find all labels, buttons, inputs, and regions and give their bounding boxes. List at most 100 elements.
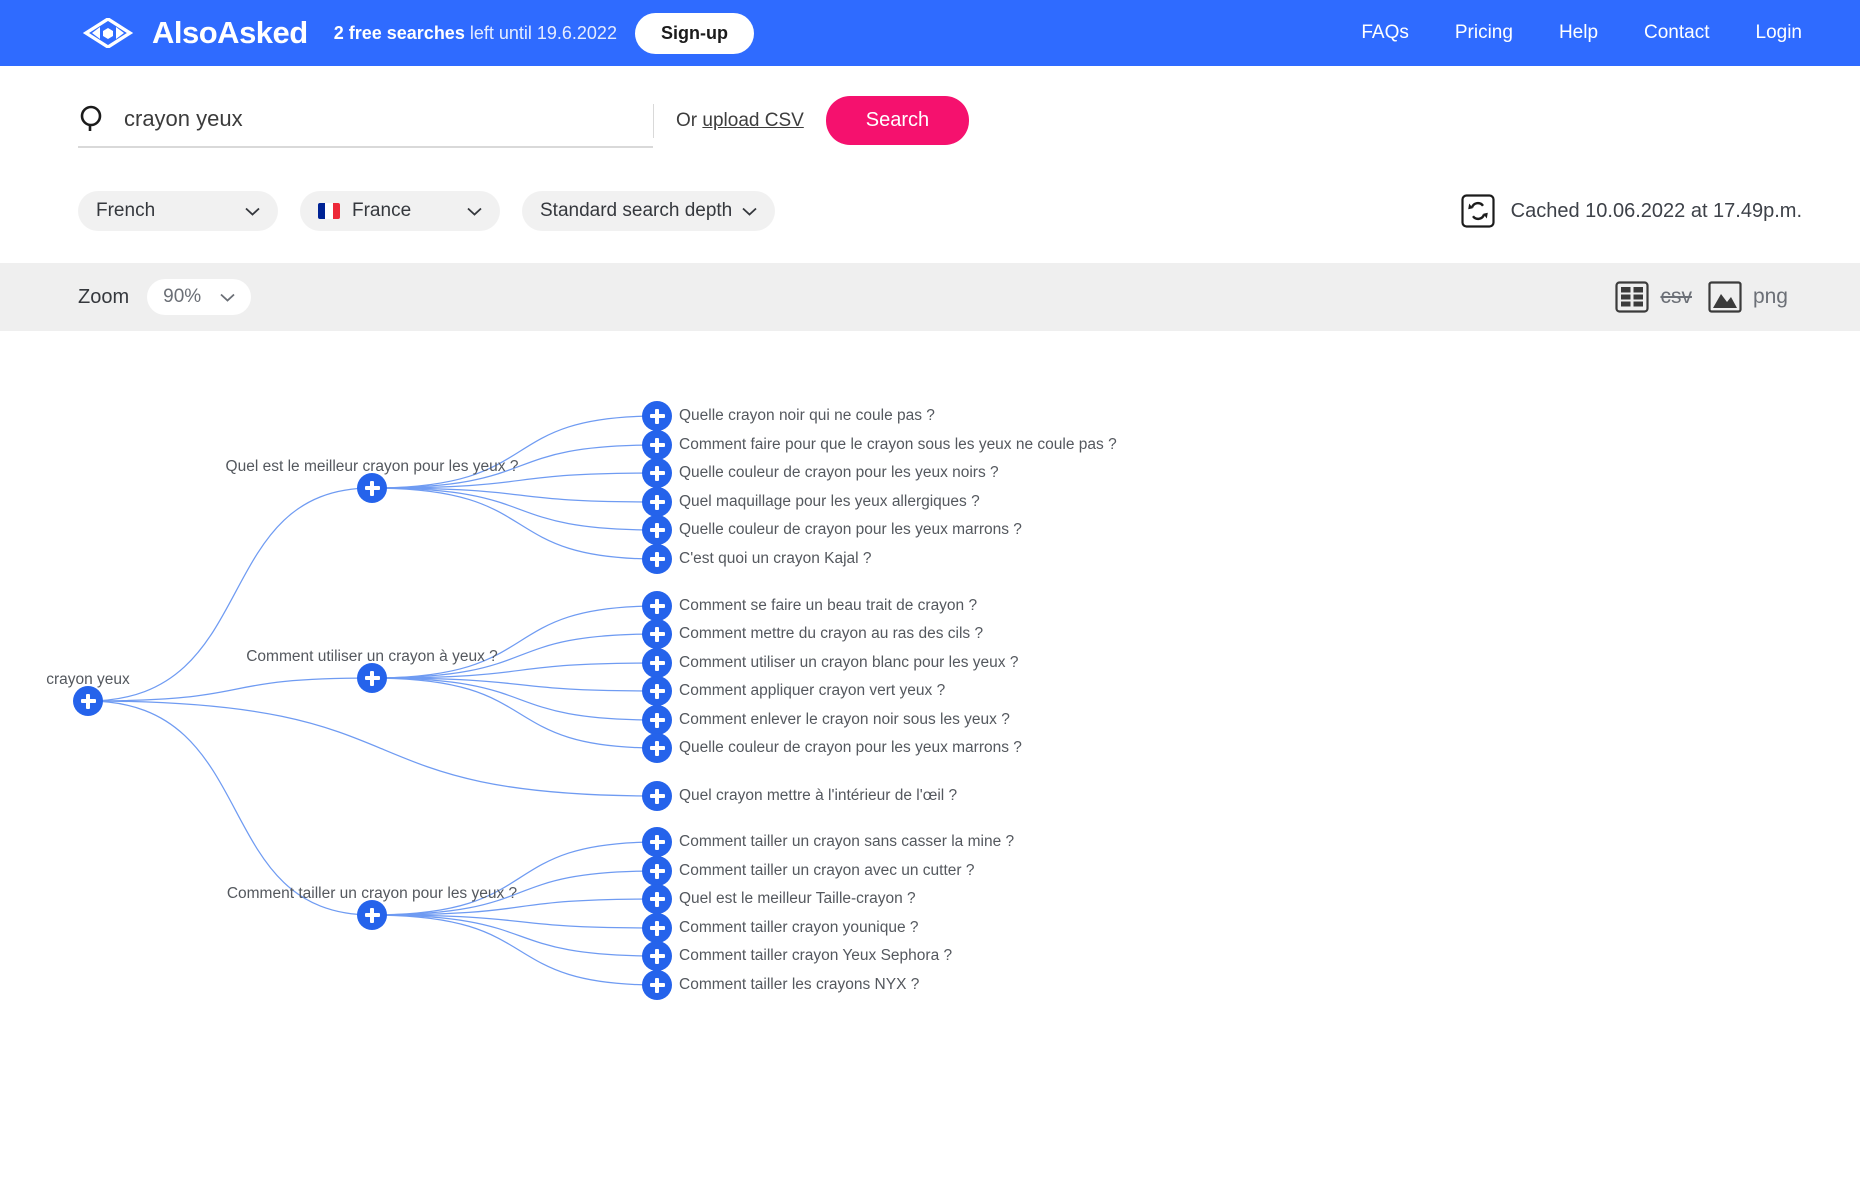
graph-label-leaf: Quel est le meilleur Taille-crayon ? xyxy=(679,890,916,908)
graph-node-leaf[interactable] xyxy=(642,458,672,488)
search-row: Or upload CSV Search xyxy=(0,96,1860,155)
graph-link xyxy=(372,606,657,678)
graph-node-root[interactable] xyxy=(73,686,103,716)
zoom-value: 90% xyxy=(163,286,201,308)
export-png-button[interactable]: png xyxy=(1708,281,1788,313)
graph-label-leaf: Comment appliquer crayon vert yeux ? xyxy=(679,682,945,700)
graph-node-branch[interactable] xyxy=(357,900,387,930)
graph-node-leaf[interactable] xyxy=(642,733,672,763)
graph-label-leaf: Comment tailler un crayon sans casser la… xyxy=(679,833,1014,851)
search-section: Or upload CSV Search French France Stand… xyxy=(0,66,1860,231)
free-searches-note: 2 free searches left until 19.6.2022 xyxy=(334,23,617,44)
or-label: Or xyxy=(676,110,702,131)
graph-label-leaf: Quelle couleur de crayon pour les yeux m… xyxy=(679,739,1022,757)
graph-node-branch[interactable] xyxy=(357,663,387,693)
graph-node-leaf[interactable] xyxy=(642,676,672,706)
top-navigation-bar: AlsoAsked 2 free searches left until 19.… xyxy=(0,0,1860,66)
search-icon xyxy=(78,104,108,134)
search-depth-value: Standard search depth xyxy=(540,200,732,222)
graph-link xyxy=(88,488,372,701)
search-depth-select[interactable]: Standard search depth xyxy=(522,191,775,231)
zoom-select[interactable]: 90% xyxy=(147,279,251,315)
chevron-down-icon xyxy=(742,207,757,216)
country-select[interactable]: France xyxy=(300,191,500,231)
nav-item-login[interactable]: Login xyxy=(1756,22,1803,44)
graph-label-leaf: Comment tailler crayon younique ? xyxy=(679,919,919,937)
country-value: France xyxy=(352,200,457,222)
language-value: French xyxy=(96,200,235,222)
question-graph-canvas[interactable]: crayon yeux Quel est le meilleur crayon p… xyxy=(24,331,1836,1151)
graph-node-leaf[interactable] xyxy=(642,487,672,517)
language-select[interactable]: French xyxy=(78,191,278,231)
graph-label-leaf: Comment enlever le crayon noir sous les … xyxy=(679,711,1010,729)
free-searches-until: left until 19.6.2022 xyxy=(465,23,617,43)
graph-node-leaf[interactable] xyxy=(642,884,672,914)
table-csv-icon xyxy=(1615,281,1649,313)
chevron-down-icon xyxy=(220,293,235,302)
search-button[interactable]: Search xyxy=(826,96,969,145)
flag-france-icon xyxy=(318,203,340,219)
brand-logo[interactable]: AlsoAsked xyxy=(78,15,308,51)
graph-link xyxy=(88,678,372,701)
graph-label-root: crayon yeux xyxy=(46,671,130,689)
free-searches-count: 2 free searches xyxy=(334,23,465,43)
graph-node-leaf[interactable] xyxy=(642,401,672,431)
graph-node-leaf[interactable] xyxy=(642,913,672,943)
graph-label-leaf: Quel crayon mettre à l'intérieur de l'œi… xyxy=(679,787,957,805)
cached-text: Cached 10.06.2022 at 17.49p.m. xyxy=(1511,200,1802,223)
refresh-cached-icon[interactable] xyxy=(1461,194,1495,228)
graph-node-branch[interactable] xyxy=(357,473,387,503)
chevron-down-icon xyxy=(467,207,482,216)
search-divider xyxy=(653,104,654,138)
export-png-label: png xyxy=(1753,285,1788,309)
graph-node-leaf[interactable] xyxy=(642,648,672,678)
graph-label-branch: Quel est le meilleur crayon pour les yeu… xyxy=(226,458,519,476)
nav-item-contact[interactable]: Contact xyxy=(1644,22,1709,44)
graph-label-leaf: Comment tailler un crayon avec un cutter… xyxy=(679,862,975,880)
graph-label-leaf: Quelle couleur de crayon pour les yeux m… xyxy=(679,521,1022,539)
nav-item-help[interactable]: Help xyxy=(1559,22,1598,44)
export-csv-label: csv xyxy=(1660,285,1692,309)
graph-node-leaf[interactable] xyxy=(642,941,672,971)
nav-links: FAQs Pricing Help Contact Login xyxy=(1361,22,1802,44)
graph-node-leaf[interactable] xyxy=(642,705,672,735)
graph-link xyxy=(372,842,657,915)
export-group: csv png xyxy=(1615,281,1788,313)
upload-csv-link[interactable]: upload CSV xyxy=(702,110,803,131)
alsoasked-diamond-logo-icon xyxy=(78,18,138,48)
graph-link xyxy=(372,678,657,748)
graph-label-leaf: Comment se faire un beau trait de crayon… xyxy=(679,597,977,615)
graph-toolbar: Zoom 90% csv png xyxy=(0,263,1860,331)
search-input[interactable] xyxy=(122,105,653,133)
graph-node-leaf[interactable] xyxy=(642,591,672,621)
graph-label-leaf: Quelle crayon noir qui ne coule pas ? xyxy=(679,407,935,425)
graph-node-leaf[interactable] xyxy=(642,619,672,649)
search-box[interactable] xyxy=(78,104,653,148)
filters-row: French France Standard search depth xyxy=(0,155,1860,231)
graph-node-leaf[interactable] xyxy=(642,781,672,811)
graph-label-leaf: Comment mettre du crayon au ras des cils… xyxy=(679,625,983,643)
graph-node-leaf[interactable] xyxy=(642,827,672,857)
graph-node-leaf[interactable] xyxy=(642,430,672,460)
graph-label-leaf: Comment tailler les crayons NYX ? xyxy=(679,976,919,994)
cached-info: Cached 10.06.2022 at 17.49p.m. xyxy=(1461,194,1802,228)
brand-name: AlsoAsked xyxy=(152,15,308,51)
graph-link xyxy=(88,701,657,796)
zoom-label: Zoom xyxy=(78,286,129,309)
chevron-down-icon xyxy=(245,207,260,216)
graph-node-leaf[interactable] xyxy=(642,856,672,886)
graph-label-leaf: Quelle couleur de crayon pour les yeux n… xyxy=(679,464,999,482)
image-png-icon xyxy=(1708,281,1742,313)
graph-link xyxy=(372,915,657,985)
nav-item-faqs[interactable]: FAQs xyxy=(1361,22,1409,44)
graph-node-leaf[interactable] xyxy=(642,515,672,545)
graph-link xyxy=(372,488,657,559)
export-csv-button[interactable]: csv xyxy=(1615,281,1692,313)
graph-label-branch: Comment tailler un crayon pour les yeux … xyxy=(227,885,517,903)
signup-button[interactable]: Sign-up xyxy=(635,13,754,54)
nav-item-pricing[interactable]: Pricing xyxy=(1455,22,1513,44)
graph-label-leaf: Quel maquillage pour les yeux allergique… xyxy=(679,493,980,511)
graph-label-leaf: Comment faire pour que le crayon sous le… xyxy=(679,436,1117,454)
graph-node-leaf[interactable] xyxy=(642,970,672,1000)
graph-node-leaf[interactable] xyxy=(642,544,672,574)
